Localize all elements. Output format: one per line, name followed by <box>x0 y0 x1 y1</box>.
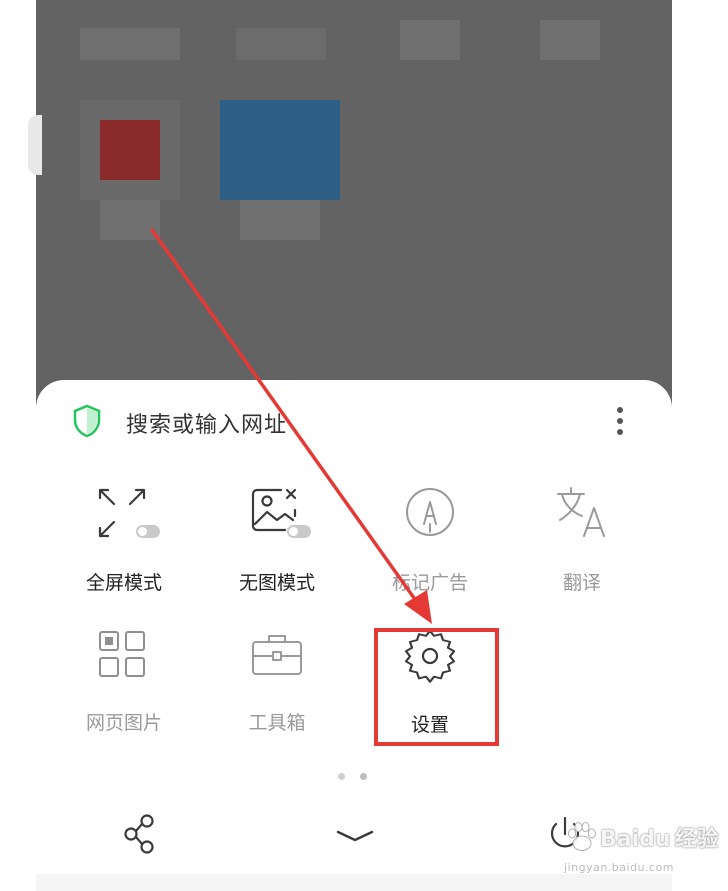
menu-item-fullscreen[interactable]: 全屏模式 <box>54 486 194 616</box>
redacted-tile-label <box>400 20 460 60</box>
translate-icon <box>557 487 605 537</box>
page-dot[interactable] <box>338 773 345 780</box>
redacted-app-label <box>100 200 160 240</box>
redacted-tile-label <box>540 20 600 60</box>
menu-item-label: 无图模式 <box>238 572 315 594</box>
mark-ad-icon <box>406 488 454 536</box>
watermark-url: jingyan.baidu.com <box>564 861 675 874</box>
watermark-brand: Baidu 经验 <box>600 827 719 852</box>
chevron-down-icon[interactable] <box>330 812 380 862</box>
toolbox-icon <box>252 635 302 675</box>
menu-item-label: 工具箱 <box>248 712 306 734</box>
redacted-app-icon <box>100 120 160 180</box>
redacted-app-label <box>240 200 320 240</box>
baidu-watermark: Baidu 经验 jingyan.baidu.com <box>560 815 728 885</box>
redacted-tile-label <box>80 28 180 60</box>
menu-item-page-images[interactable]: 网页图片 <box>54 630 194 760</box>
no-image-toggle[interactable] <box>287 525 311 538</box>
menu-bottom-sheet <box>36 380 672 874</box>
menu-item-label: 翻译 <box>562 572 601 594</box>
redacted-tile-label <box>236 28 326 60</box>
share-icon[interactable] <box>116 810 166 860</box>
back-edge-handle <box>28 115 42 175</box>
menu-item-no-image-mode[interactable]: 无图模式 <box>207 486 347 616</box>
page-indicator <box>336 772 376 782</box>
menu-item-toolbox[interactable]: 工具箱 <box>207 630 347 760</box>
menu-item-label: 全屏模式 <box>85 572 162 594</box>
menu-item-label: 网页图片 <box>85 712 162 734</box>
search-bar[interactable]: 搜索或输入网址 <box>72 402 642 442</box>
menu-item-label: 标记广告 <box>391 572 468 594</box>
page-dot-active[interactable] <box>360 773 367 780</box>
search-input[interactable]: 搜索或输入网址 <box>126 407 287 439</box>
more-options-icon[interactable] <box>610 404 630 438</box>
shield-icon <box>73 404 101 438</box>
paw-logo-icon <box>568 822 596 851</box>
fullscreen-toggle[interactable] <box>136 525 160 538</box>
redacted-app-icon <box>220 100 340 200</box>
settings-highlight-box <box>374 628 499 746</box>
menu-item-translate[interactable]: 翻译 <box>512 486 652 616</box>
page-images-icon <box>99 631 145 677</box>
menu-item-mark-ads[interactable]: 标记广告 <box>360 486 500 616</box>
